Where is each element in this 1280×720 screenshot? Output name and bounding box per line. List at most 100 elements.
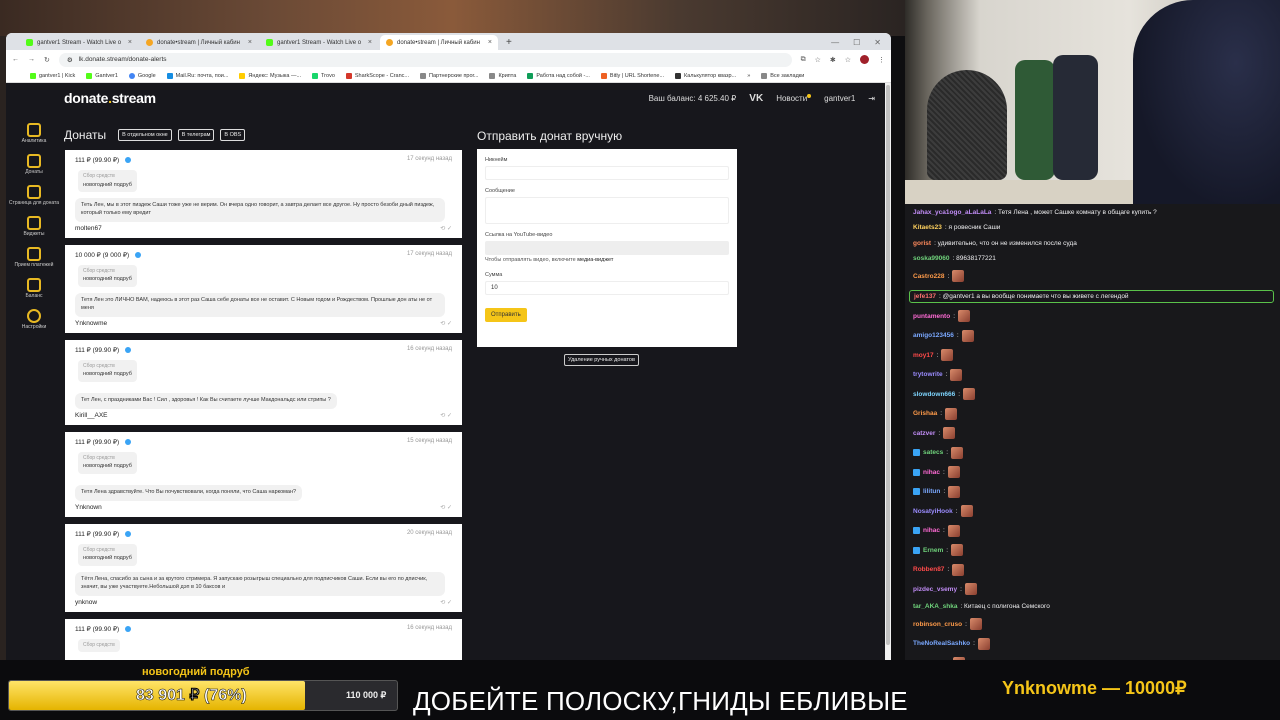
chat-username[interactable]: pizdec_vsemy (913, 586, 957, 593)
url-field[interactable]: ⚙ lk.donate.stream/donate-alerts (58, 52, 792, 67)
chat-username[interactable]: Jahax_yca1ogo_aLaLaLa (913, 209, 991, 216)
check-icon[interactable]: ✓ (447, 321, 452, 327)
news-link[interactable]: Новости (776, 93, 812, 103)
close-icon[interactable]: × (128, 39, 132, 46)
chat-username[interactable]: nihac (923, 527, 940, 534)
sidebar-item-payments[interactable]: Прием платежей (6, 247, 62, 278)
bookmark-item[interactable]: Trovo (312, 72, 335, 79)
browser-tab[interactable]: gantver1 Stream - Watch Live o × (20, 35, 138, 50)
chat-username[interactable]: Kitaets23 (913, 224, 942, 231)
replay-icon[interactable]: ⟲ (440, 413, 445, 419)
menu-icon[interactable]: ⋮ (878, 56, 885, 64)
chat-username[interactable]: Robben87 (913, 566, 944, 573)
sidebar-item-settings[interactable]: Настройки (6, 309, 62, 340)
chat-username[interactable]: satecs (923, 449, 943, 456)
bookmark-item[interactable]: Яндекс: Музыка —... (239, 72, 301, 79)
sidebar-label: Страница для доната (8, 200, 60, 206)
chat-text: : @gantver1 а вы вообще понимаете что вы… (939, 292, 1129, 300)
chat-username[interactable]: TheNoRealSashko (913, 640, 970, 647)
site-info-icon[interactable]: ⚙ (67, 56, 73, 64)
site-logo[interactable]: donate.stream (64, 90, 156, 106)
chat-username[interactable]: soska99060 (913, 255, 950, 262)
verified-icon (125, 346, 132, 353)
chat-username[interactable]: Grishaa (913, 410, 937, 417)
extensions-icon[interactable]: ✱ (830, 56, 836, 64)
username[interactable]: gantver1 (824, 94, 855, 103)
chat-username[interactable]: gorist (913, 240, 931, 247)
sum-input[interactable]: 10 (485, 281, 729, 295)
minimize-icon[interactable]: — (831, 38, 839, 47)
check-icon[interactable]: ✓ (447, 600, 452, 606)
forward-icon[interactable]: → (28, 56, 35, 63)
browser-tab-active[interactable]: donate•stream | Личный кабин × (380, 35, 498, 50)
chat-username[interactable]: trytowrite (913, 371, 943, 378)
vk-icon[interactable]: VK (749, 93, 763, 104)
sidebar-item-widgets[interactable]: Виджеты (6, 216, 62, 247)
telegram-button[interactable]: В телеграм (177, 129, 215, 141)
replay-icon[interactable]: ⟲ (440, 321, 445, 327)
replay-icon[interactable]: ⟲ (440, 600, 445, 606)
sidebar-item-analytics[interactable]: Аналитика (6, 123, 62, 154)
separate-window-button[interactable]: В отдельном окне (118, 129, 172, 141)
bookmark-star-icon[interactable]: ☆ (815, 56, 821, 64)
bookmark-item[interactable]: Mail.Ru: почта, пои... (166, 72, 228, 79)
close-icon[interactable]: × (248, 39, 252, 46)
chat-username[interactable]: NosatyiHook (913, 508, 953, 515)
replay-icon[interactable]: ⟲ (440, 226, 445, 232)
bookmark-item[interactable]: Крипта (489, 72, 516, 79)
all-bookmarks[interactable]: Все закладки (761, 72, 804, 79)
bookmark-item[interactable]: Bitly | URL Shortene... (600, 72, 664, 79)
close-window-icon[interactable]: ✕ (874, 38, 881, 47)
donation-message: Теть Лен, мы в этот пиздеж Саши тоже уже… (75, 198, 445, 222)
message-textarea[interactable] (485, 197, 729, 224)
new-tab-button[interactable]: + (500, 35, 518, 50)
sidebar-item-balance[interactable]: Баланс (6, 278, 62, 309)
check-icon[interactable]: ✓ (447, 413, 452, 419)
emote-icon (951, 446, 964, 459)
bookmark-item[interactable]: Калькулятор квазр... (675, 72, 736, 79)
sidebar-item-donation-page[interactable]: Страница для доната (6, 185, 62, 216)
chat-username[interactable]: puntamento (913, 313, 950, 320)
scrollbar-thumb[interactable] (886, 85, 890, 645)
delete-manual-donations-button[interactable]: Удаление ручных донатов (564, 354, 639, 366)
chat-username[interactable]: slowdown666 (913, 391, 955, 398)
browser-tab[interactable]: donate•stream | Личный кабин × (140, 35, 258, 50)
bookmark-item[interactable]: gantver1 | Kick (30, 72, 75, 79)
chat-username[interactable]: Castro228 (913, 273, 944, 280)
donations-title-row: Донаты В отдельном окне В телеграм В OBS (64, 128, 246, 142)
maximize-icon[interactable]: ☐ (853, 38, 860, 47)
chat-username[interactable]: jefe137 (914, 293, 936, 300)
back-icon[interactable]: ← (12, 56, 19, 63)
nickname-input[interactable] (485, 166, 729, 180)
replay-icon[interactable]: ⟲ (440, 505, 445, 511)
bookmark-item[interactable]: SharkScope - Cranc... (345, 72, 409, 79)
scrollbar[interactable] (885, 83, 891, 660)
bookmark-item[interactable]: Gantver1 (86, 72, 118, 79)
bookmark-item[interactable]: Работа над собой -... (527, 72, 590, 79)
media-widget-link[interactable]: медиа-виджет (577, 257, 613, 263)
bookmark-item[interactable]: Google (128, 72, 156, 79)
obs-button[interactable]: В OBS (220, 129, 246, 141)
chat-username[interactable]: amigo123456 (913, 332, 954, 339)
chat-username[interactable]: tar_AKA_shka (913, 603, 957, 610)
send-button[interactable]: Отправить (485, 308, 527, 322)
profile-avatar[interactable] (860, 55, 869, 64)
logout-icon[interactable]: ⇥ (868, 94, 875, 103)
bookmark-list-icon[interactable]: ☆ (845, 56, 851, 64)
chat-username[interactable]: moy17 (913, 352, 934, 359)
check-icon[interactable]: ✓ (447, 505, 452, 511)
check-icon[interactable]: ✓ (447, 226, 452, 232)
chat-username[interactable]: catzver (913, 430, 935, 437)
chat-username[interactable]: lilitun (923, 488, 940, 495)
reload-icon[interactable]: ↻ (44, 56, 50, 64)
chat-username[interactable]: nihac (923, 469, 940, 476)
chat-username[interactable]: robinson_cruso (913, 621, 962, 628)
browser-tab[interactable]: gantver1 Stream - Watch Live o × (260, 35, 378, 50)
bookmarks-overflow[interactable]: » (747, 73, 750, 79)
sidebar-item-donations[interactable]: Донаты (6, 154, 62, 185)
close-icon[interactable]: × (368, 39, 372, 46)
close-icon[interactable]: × (488, 39, 492, 46)
bookmark-item[interactable]: Партнерские прог... (420, 72, 478, 79)
install-icon[interactable]: ⧉ (801, 56, 806, 64)
chat-username[interactable]: Ernem (923, 547, 943, 554)
